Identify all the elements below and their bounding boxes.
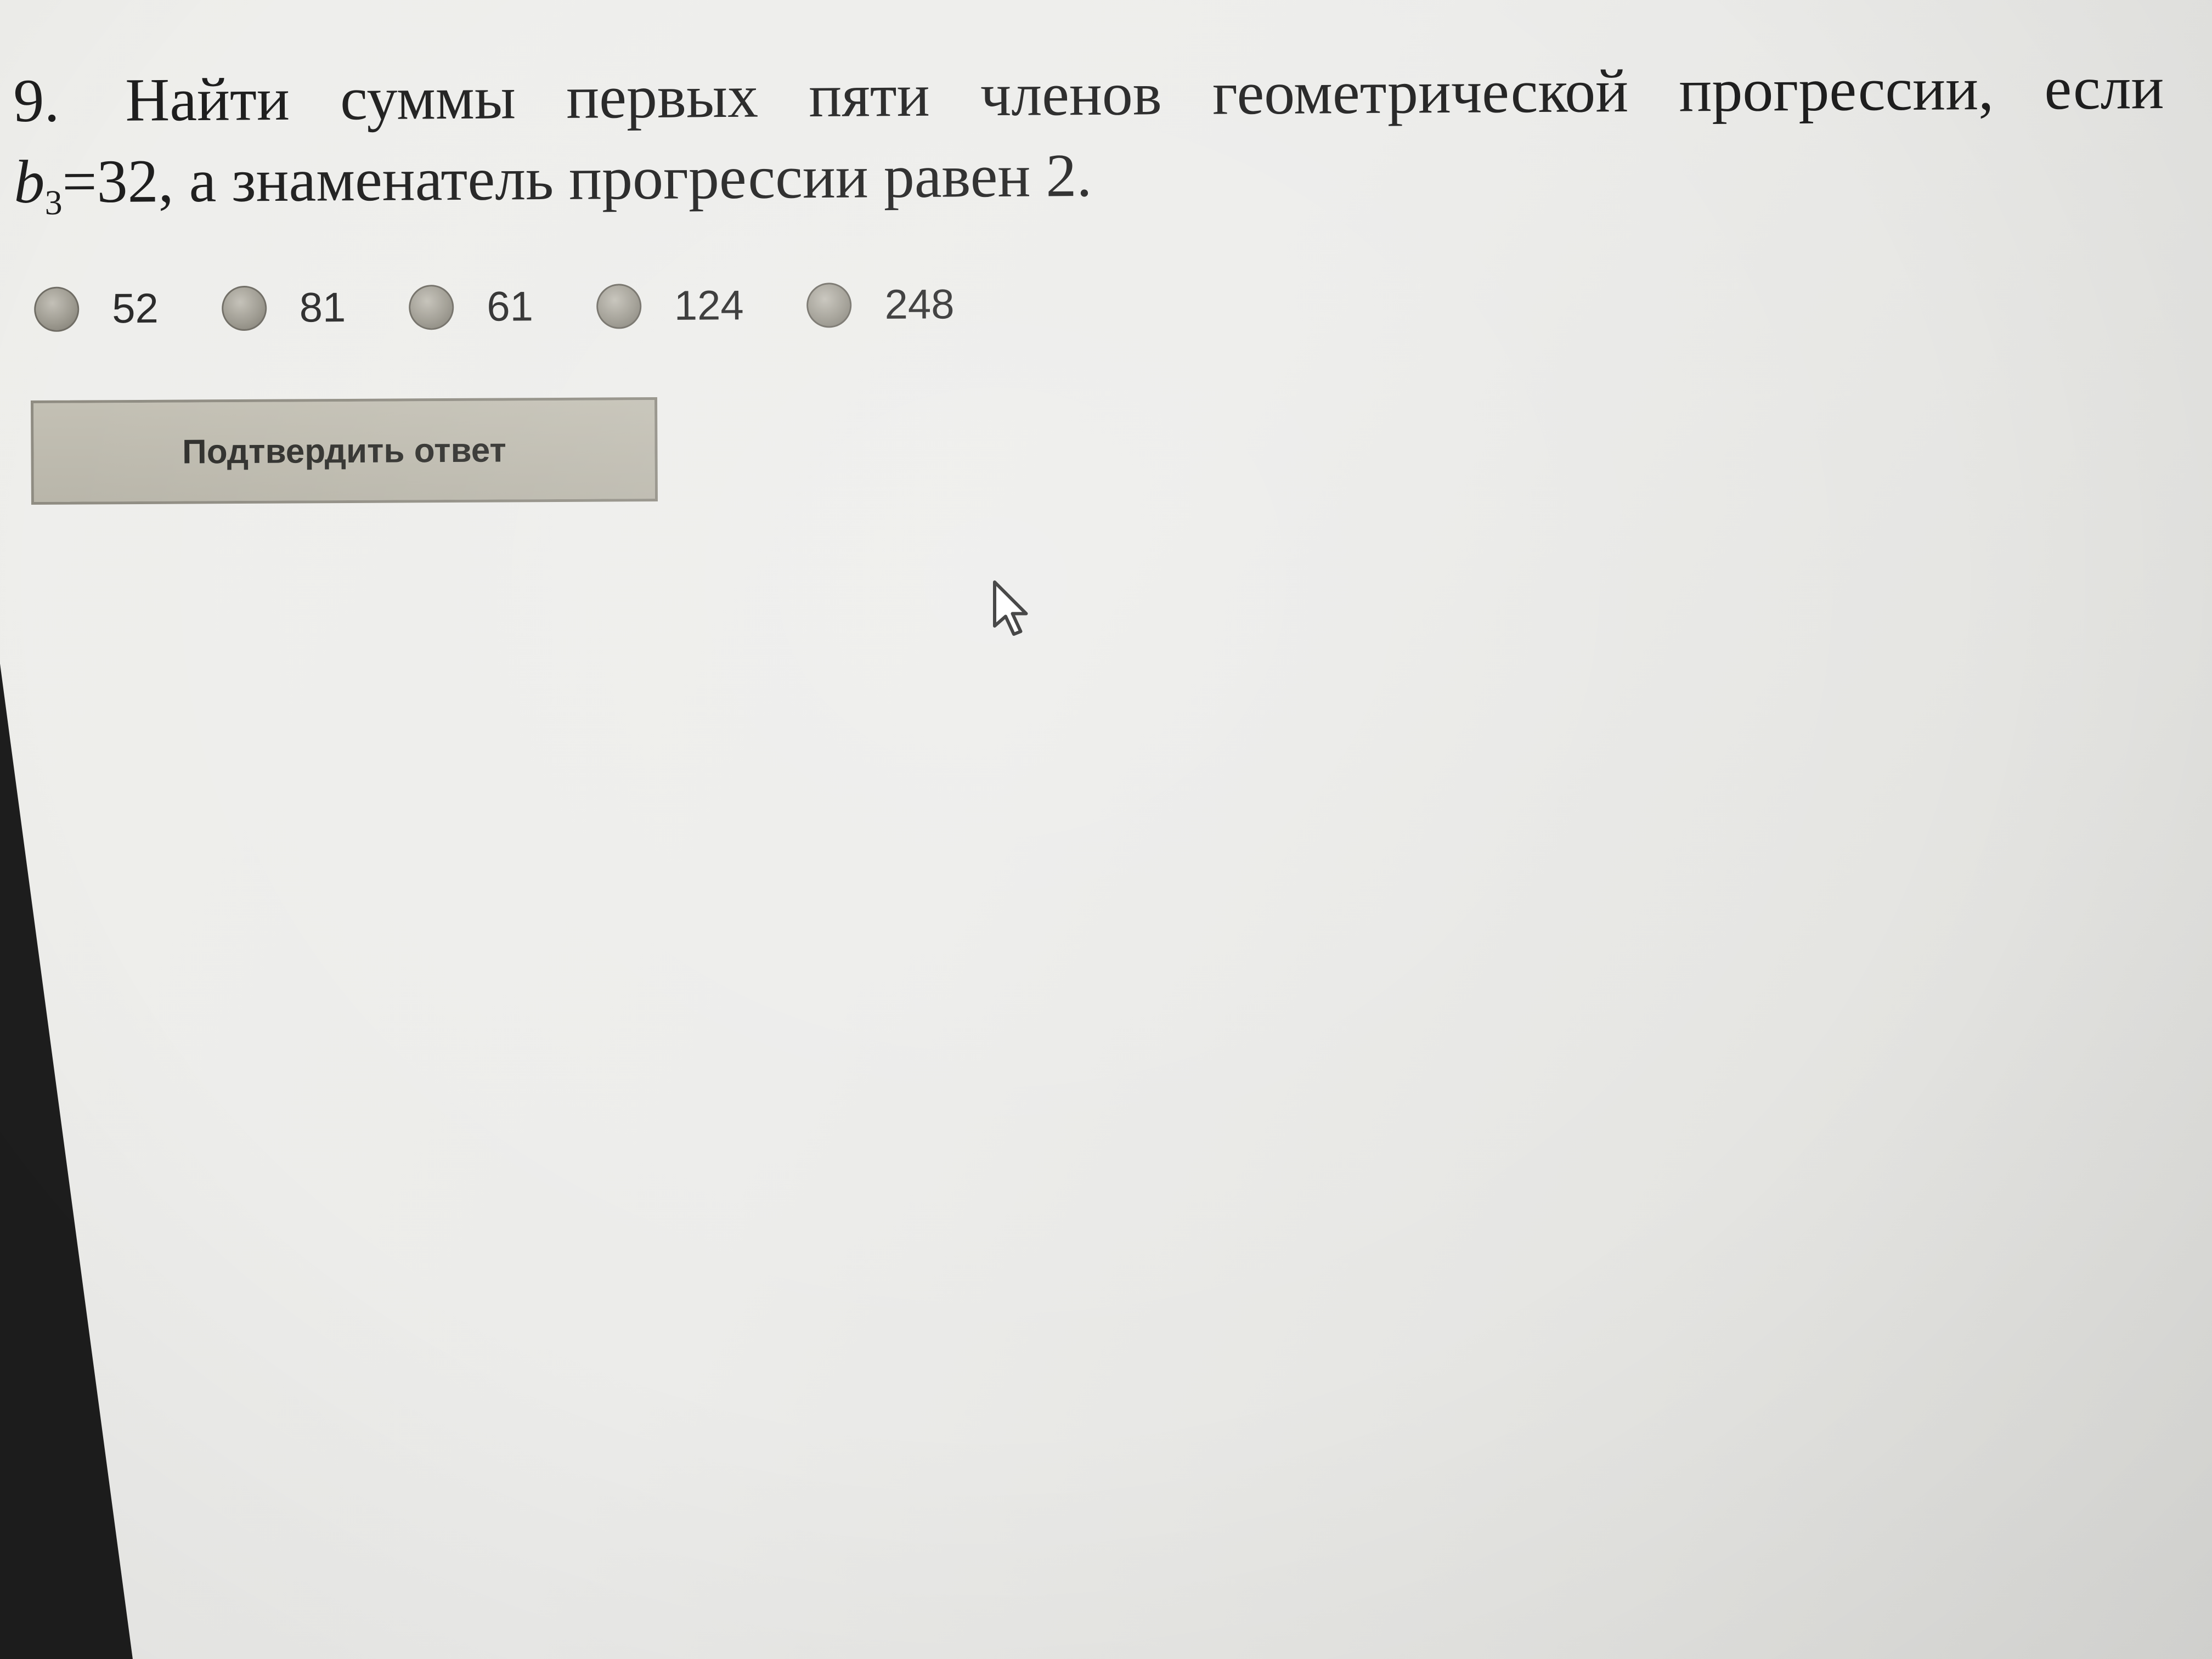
variable-subscript: 3: [44, 183, 63, 222]
question-line-1: 9. Найти суммы первых пяти членов геомет…: [13, 47, 2164, 142]
option-52[interactable]: 52: [34, 285, 159, 333]
variable-b: b: [13, 148, 45, 216]
submit-answer-button[interactable]: Подтвердить ответ: [31, 397, 658, 505]
equals-value: =32: [61, 147, 159, 216]
screen-area: 9. Найти суммы первых пяти членов геомет…: [0, 0, 2212, 1659]
question-text: 9. Найти суммы первых пяти членов геомет…: [13, 47, 2165, 244]
question-number: 9.: [13, 66, 60, 135]
radio-button[interactable]: [596, 283, 642, 329]
option-248[interactable]: 248: [806, 280, 955, 329]
option-label: 61: [487, 283, 534, 330]
radio-button[interactable]: [806, 282, 852, 328]
option-81[interactable]: 81: [221, 284, 346, 332]
answer-options: 52 81 61 124 248: [34, 280, 1018, 333]
question-line-2: b3=32, а знаменатель прогрессии равен 2.: [14, 128, 2165, 244]
option-label: 124: [674, 282, 744, 329]
option-61[interactable]: 61: [409, 283, 533, 331]
radio-button[interactable]: [34, 286, 80, 332]
question-line-2-text: , а знаменатель прогрессии равен 2.: [158, 141, 1092, 216]
option-124[interactable]: 124: [596, 281, 744, 330]
mouse-pointer-icon: [993, 580, 1028, 636]
option-label: 52: [112, 285, 159, 332]
option-label: 81: [299, 284, 346, 331]
radio-button[interactable]: [221, 285, 267, 331]
question-line-1-text: Найти суммы первых пяти членов геометрич…: [125, 54, 2164, 134]
radio-button[interactable]: [409, 284, 454, 330]
option-label: 248: [884, 281, 955, 328]
